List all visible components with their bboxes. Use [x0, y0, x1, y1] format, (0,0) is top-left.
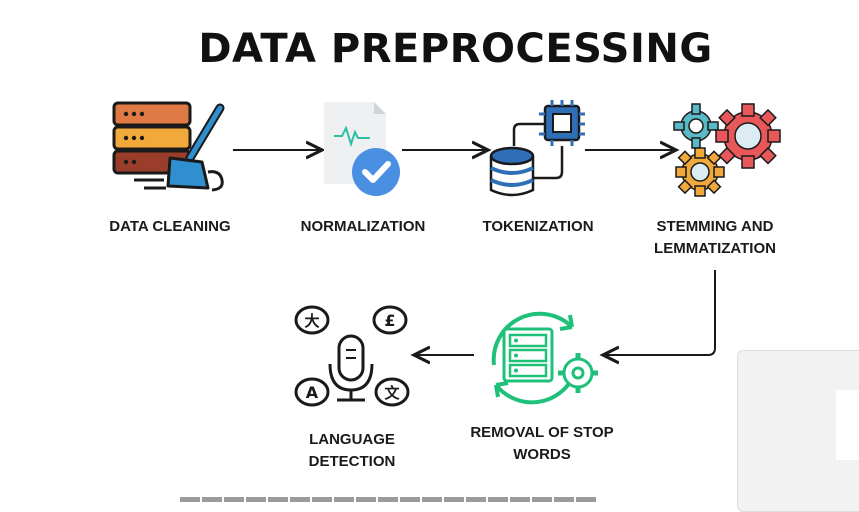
step-label-language-line2: DETECTION: [308, 453, 396, 470]
arrow-stemming-to-stopwords: [603, 270, 716, 355]
clipped-caption: ▬▬▬▬▬▬▬▬▬▬▬▬▬▬▬▬▬▬▬: [180, 488, 598, 502]
document-check-icon: [324, 102, 400, 196]
svg-text:A: A: [306, 383, 319, 402]
svg-text:文: 文: [384, 384, 400, 402]
step-label-stemming-line1: STEMMING AND: [656, 218, 774, 235]
step-label-language-detection: LANGUAGE DETECTION: [290, 429, 414, 473]
database-chip-icon: [489, 100, 585, 197]
step-label-stemming: STEMMING AND LEMMATIZATION: [640, 216, 790, 260]
step-label-tokenization: TOKENIZATION: [482, 218, 594, 235]
server-broom-icon: [112, 101, 225, 192]
list-cycle-gear-icon: [491, 311, 598, 405]
svg-text:£: £: [384, 311, 395, 330]
microphone-languages-icon: 大 £ A 文: [294, 305, 410, 407]
step-label-stop-words-line1: REMOVAL OF STOP: [470, 424, 614, 441]
step-label-stop-words: REMOVAL OF STOP WORDS: [464, 422, 620, 466]
svg-text:大: 大: [304, 312, 319, 330]
step-label-data-cleaning: DATA CLEANING: [109, 218, 231, 235]
overlay-panel-inner: [836, 390, 859, 460]
step-label-stop-words-line2: WORDS: [513, 446, 571, 463]
step-label-normalization: NORMALIZATION: [300, 218, 426, 235]
step-label-stemming-line2: LEMMATIZATION: [654, 240, 776, 257]
gears-icon: [673, 103, 781, 197]
step-label-language-line1: LANGUAGE: [309, 431, 395, 448]
